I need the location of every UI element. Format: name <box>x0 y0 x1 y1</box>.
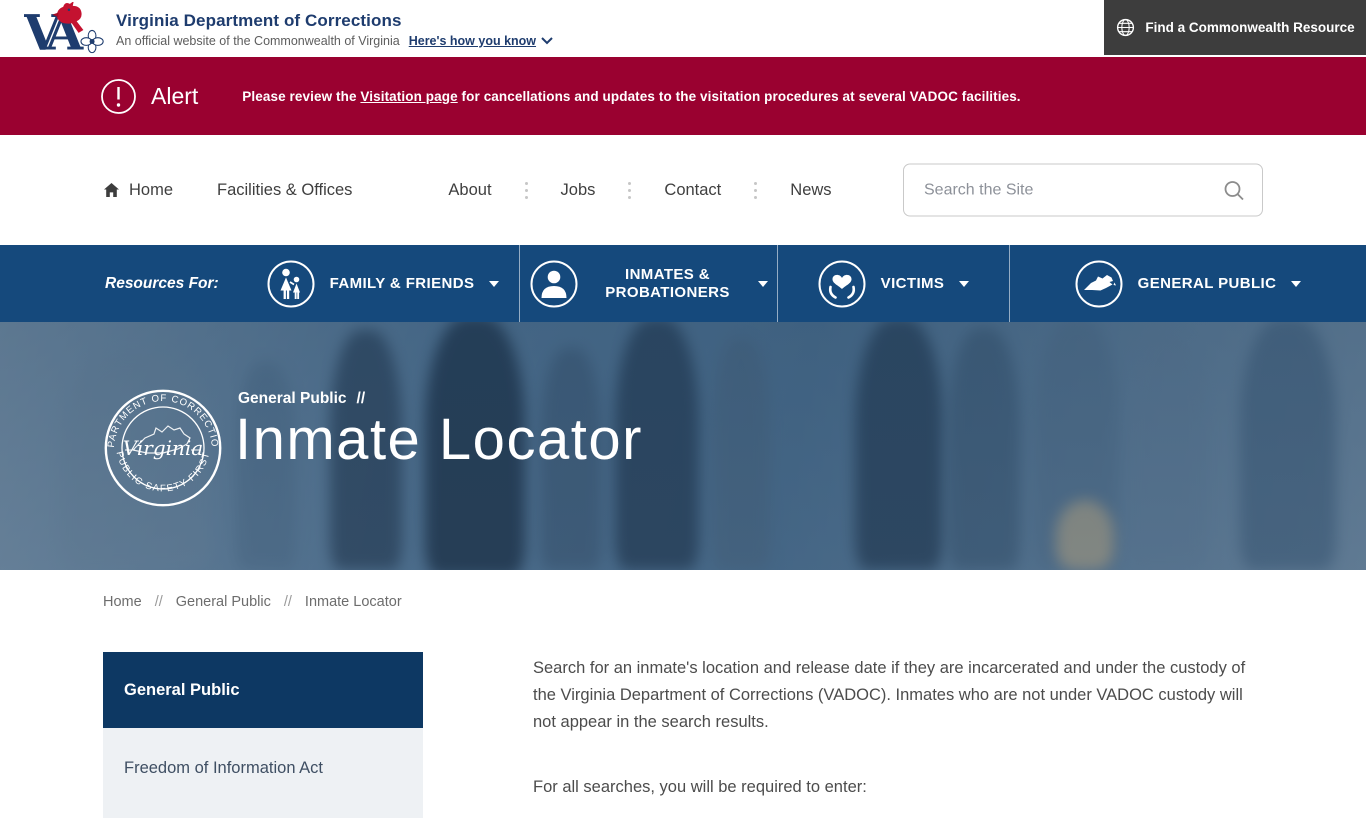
site-search <box>903 164 1263 217</box>
chevron-down-icon <box>541 37 553 45</box>
home-icon <box>103 182 120 198</box>
family-icon <box>267 260 315 308</box>
search-icon <box>1222 178 1246 202</box>
page: VA Virginia Department of Corrections An… <box>0 0 1366 768</box>
nav-item-jobs[interactable]: Jobs <box>561 181 596 200</box>
dropdown-caret-icon <box>489 281 499 287</box>
resources-item-family-friends[interactable]: FAMILY & FRIENDS <box>247 245 519 322</box>
nav-item-facilities-offices[interactable]: Facilities & Offices <box>217 181 352 200</box>
sidebar-item-foia[interactable]: Freedom of Information Act <box>103 728 423 818</box>
main-content: Search for an inmate's location and rele… <box>533 652 1255 818</box>
alert-exclamation-icon <box>100 78 137 115</box>
resources-item-inmates-probationers[interactable]: INMATES & PROBATIONERS <box>519 245 777 322</box>
breadcrumb-home-link[interactable]: Home <box>103 594 142 610</box>
sidebar-nav: General Public Freedom of Information Ac… <box>103 652 423 818</box>
main-navigation: Home Facilities & Offices About Jobs Con… <box>0 135 1366 245</box>
search-requirements-intro: For all searches, you will be required t… <box>533 774 1255 801</box>
va-logo-icon: VA <box>24 2 110 56</box>
nav-item-home[interactable]: Home <box>103 181 173 200</box>
resources-item-general-public[interactable]: GENERAL PUBLIC <box>1009 245 1366 322</box>
official-website-text: An official website of the Commonwealth … <box>116 34 400 48</box>
hero-banner: DEPARTMENT OF CORRECTIONS PUBLIC SAFETY … <box>0 322 1366 570</box>
alert-bar: Alert Please review the Visitation page … <box>0 57 1366 135</box>
page-title: Inmate Locator <box>235 406 643 473</box>
page-content: Home // General Public // Inmate Locator… <box>0 570 1366 768</box>
breadcrumb-general-public-link[interactable]: General Public <box>176 594 271 610</box>
nav-item-news[interactable]: News <box>790 181 831 200</box>
alert-message-before: Please review the <box>242 89 360 104</box>
site-header: VA Virginia Department of Corrections An… <box>0 0 1366 57</box>
resources-for-label: Resources For: <box>105 275 223 293</box>
nav-item-about[interactable]: About <box>448 181 491 200</box>
nav-item-contact[interactable]: Contact <box>664 181 721 200</box>
breadcrumb: Home // General Public // Inmate Locator <box>103 594 402 610</box>
heres-how-you-know-link[interactable]: Here's how you know <box>409 34 553 48</box>
find-resource-label: Find a Commonwealth Resource <box>1145 20 1354 35</box>
alert-message-after: for cancellations and updates to the vis… <box>458 89 1021 104</box>
nav-divider <box>628 182 631 199</box>
svg-text:Virginia: Virginia <box>123 436 203 460</box>
inmate-icon <box>530 260 578 308</box>
dropdown-caret-icon <box>1291 281 1301 287</box>
alert-label: Alert <box>151 83 198 110</box>
search-input[interactable] <box>922 180 1220 200</box>
find-commonwealth-resource-button[interactable]: Find a Commonwealth Resource <box>1104 0 1366 55</box>
dropdown-caret-icon <box>959 281 969 287</box>
vadoc-va-cardinal-logo[interactable]: VA <box>24 2 110 56</box>
resources-item-victims[interactable]: VICTIMS <box>777 245 1009 322</box>
header-title-block: Virginia Department of Corrections An of… <box>116 9 553 48</box>
sidebar-item-general-public[interactable]: General Public <box>103 652 423 728</box>
search-button[interactable] <box>1220 176 1248 204</box>
virginia-state-icon <box>1075 260 1123 308</box>
globe-icon <box>1115 17 1136 38</box>
visitation-page-link[interactable]: Visitation page <box>360 89 457 104</box>
resources-menu: FAMILY & FRIENDS INMATES & PROBATIONERS <box>247 245 1366 322</box>
resources-bar: Resources For: FAMILY & FRIENDS <box>0 245 1366 322</box>
dropdown-caret-icon <box>758 281 768 287</box>
breadcrumb-current-page: Inmate Locator <box>305 594 402 610</box>
nav-divider <box>754 182 757 199</box>
nav-divider <box>525 182 528 199</box>
site-title: Virginia Department of Corrections <box>116 11 553 31</box>
alert-message: Please review the Visitation page for ca… <box>242 89 1020 104</box>
hands-heart-icon <box>818 260 866 308</box>
intro-paragraph: Search for an inmate's location and rele… <box>533 655 1255 736</box>
vadoc-seal-logo: DEPARTMENT OF CORRECTIONS PUBLIC SAFETY … <box>103 388 223 508</box>
